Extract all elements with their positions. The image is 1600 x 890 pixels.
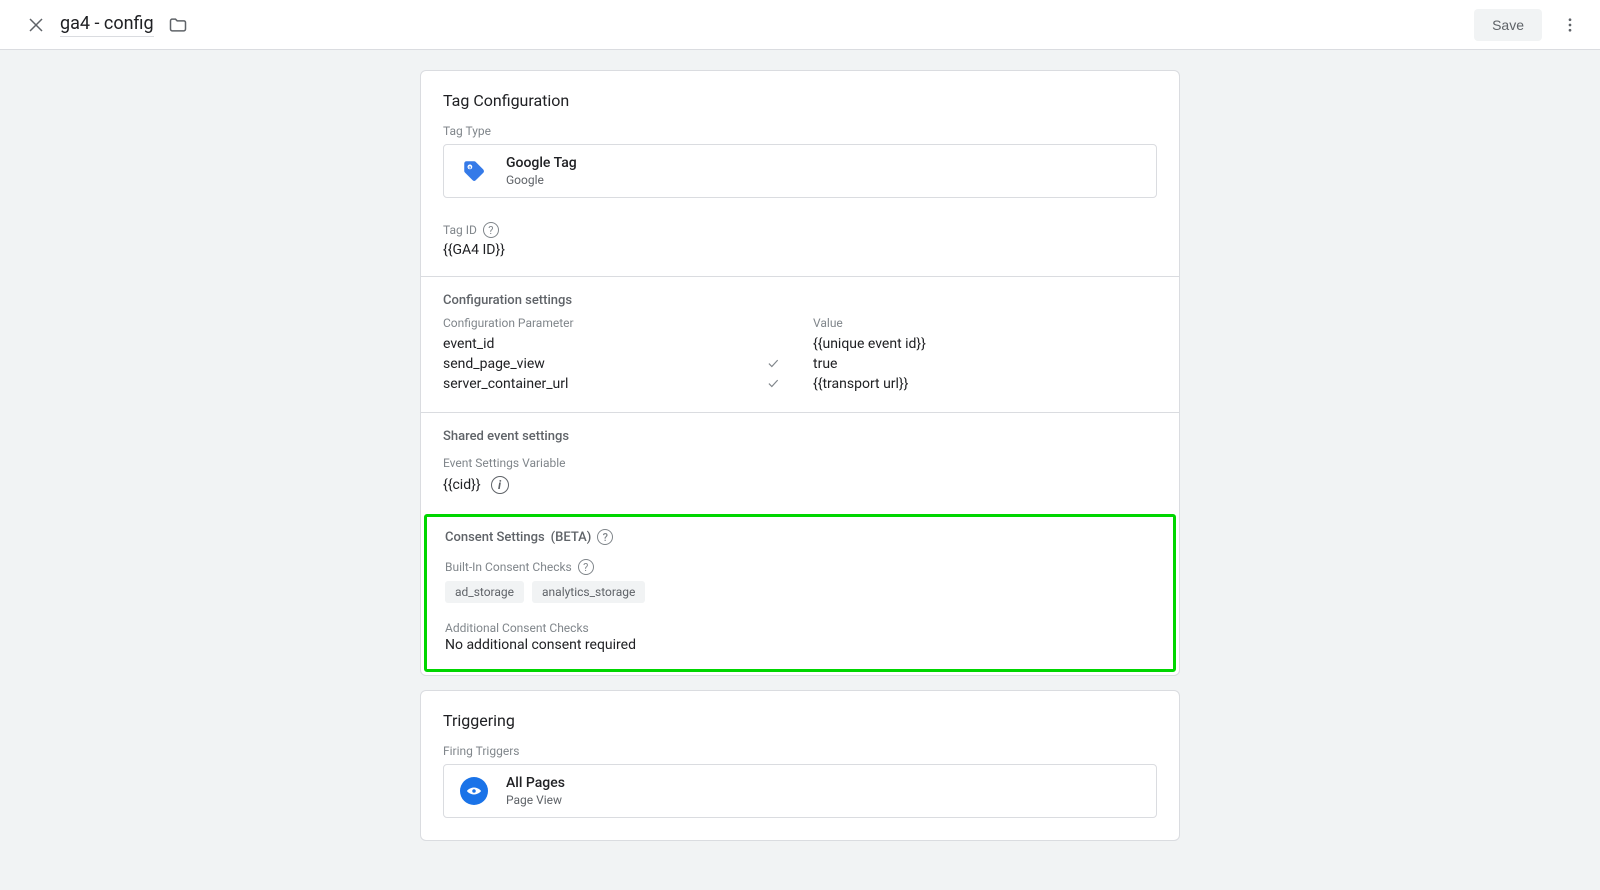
table-row: send_page_view true [443, 354, 1157, 374]
consent-settings-heading: Consent Settings [445, 530, 545, 545]
cfg-row-2-value: {{transport url}} [813, 376, 1157, 392]
close-icon[interactable] [20, 9, 52, 41]
cfg-row-0-value: {{unique event id}} [813, 336, 1157, 352]
col-header-value: Value [813, 316, 1157, 330]
help-icon[interactable]: ? [597, 529, 613, 545]
google-tag-icon: G [458, 155, 490, 187]
cfg-row-1-param: send_page_view [443, 356, 733, 372]
trigger-title: All Pages [506, 775, 565, 791]
triggering-card[interactable]: Triggering Firing Triggers All Pages Pag… [420, 690, 1180, 841]
help-icon[interactable]: ? [483, 222, 499, 238]
builtin-consent-label: Built-In Consent Checks [445, 560, 572, 574]
tag-type-selector[interactable]: G Google Tag Google [443, 144, 1157, 198]
trigger-subtitle: Page View [506, 793, 565, 807]
cfg-row-2-param: server_container_url [443, 376, 733, 392]
help-icon[interactable]: ? [578, 559, 594, 575]
configuration-settings-table: Configuration Parameter Value event_id {… [443, 316, 1157, 394]
consent-chip-ad-storage: ad_storage [445, 581, 524, 603]
firing-triggers-label: Firing Triggers [421, 744, 1179, 758]
folder-icon[interactable] [164, 11, 192, 39]
workspace: Tag Configuration Tag Type G Google Tag … [0, 50, 1600, 890]
additional-consent-text: No additional consent required [445, 637, 1155, 653]
tag-id-value: {{GA4 ID}} [443, 242, 1157, 258]
table-row: server_container_url {{transport url}} [443, 374, 1157, 394]
table-row: event_id {{unique event id}} [443, 334, 1157, 354]
consent-settings-section: Consent Settings (BETA) ? Built-In Conse… [424, 514, 1176, 672]
trigger-item[interactable]: All Pages Page View [443, 764, 1157, 818]
tag-type-label: Tag Type [421, 124, 1179, 138]
tag-configuration-card[interactable]: Tag Configuration Tag Type G Google Tag … [420, 70, 1180, 676]
consent-chip-analytics-storage: analytics_storage [532, 581, 645, 603]
tag-type-title: Google Tag [506, 155, 577, 171]
check-icon [733, 356, 813, 372]
configuration-settings-heading: Configuration settings [443, 293, 1157, 308]
cfg-row-0-check [733, 336, 813, 352]
tag-type-subtitle: Google [506, 173, 577, 187]
info-icon[interactable]: i [491, 476, 509, 494]
consent-chips: ad_storage analytics_storage [445, 581, 1155, 603]
cfg-row-1-value: true [813, 356, 1157, 372]
event-settings-variable-value: {{cid}} [443, 477, 481, 493]
tag-title-input[interactable]: ga4 - config [60, 13, 154, 37]
save-button[interactable]: Save [1474, 9, 1542, 41]
top-bar: ga4 - config Save [0, 0, 1600, 50]
check-icon [733, 376, 813, 392]
beta-badge: (BETA) [551, 530, 592, 545]
configuration-settings-section: Configuration settings Configuration Par… [421, 277, 1179, 394]
shared-event-heading: Shared event settings [443, 429, 1157, 444]
tag-id-field: Tag ID ? {{GA4 ID}} [421, 214, 1179, 258]
shared-event-settings-section: Shared event settings Event Settings Var… [421, 413, 1179, 498]
tag-configuration-title: Tag Configuration [421, 71, 1179, 124]
triggering-title: Triggering [421, 691, 1179, 744]
tag-id-label: Tag ID [443, 223, 477, 237]
more-menu-icon[interactable] [1556, 11, 1584, 39]
event-settings-variable-label: Event Settings Variable [443, 456, 1157, 470]
col-header-param: Configuration Parameter [443, 316, 733, 330]
pageview-icon [458, 775, 490, 807]
additez-consent-label: Additional Consent Checks [445, 621, 1155, 635]
cfg-row-0-param: event_id [443, 336, 733, 352]
